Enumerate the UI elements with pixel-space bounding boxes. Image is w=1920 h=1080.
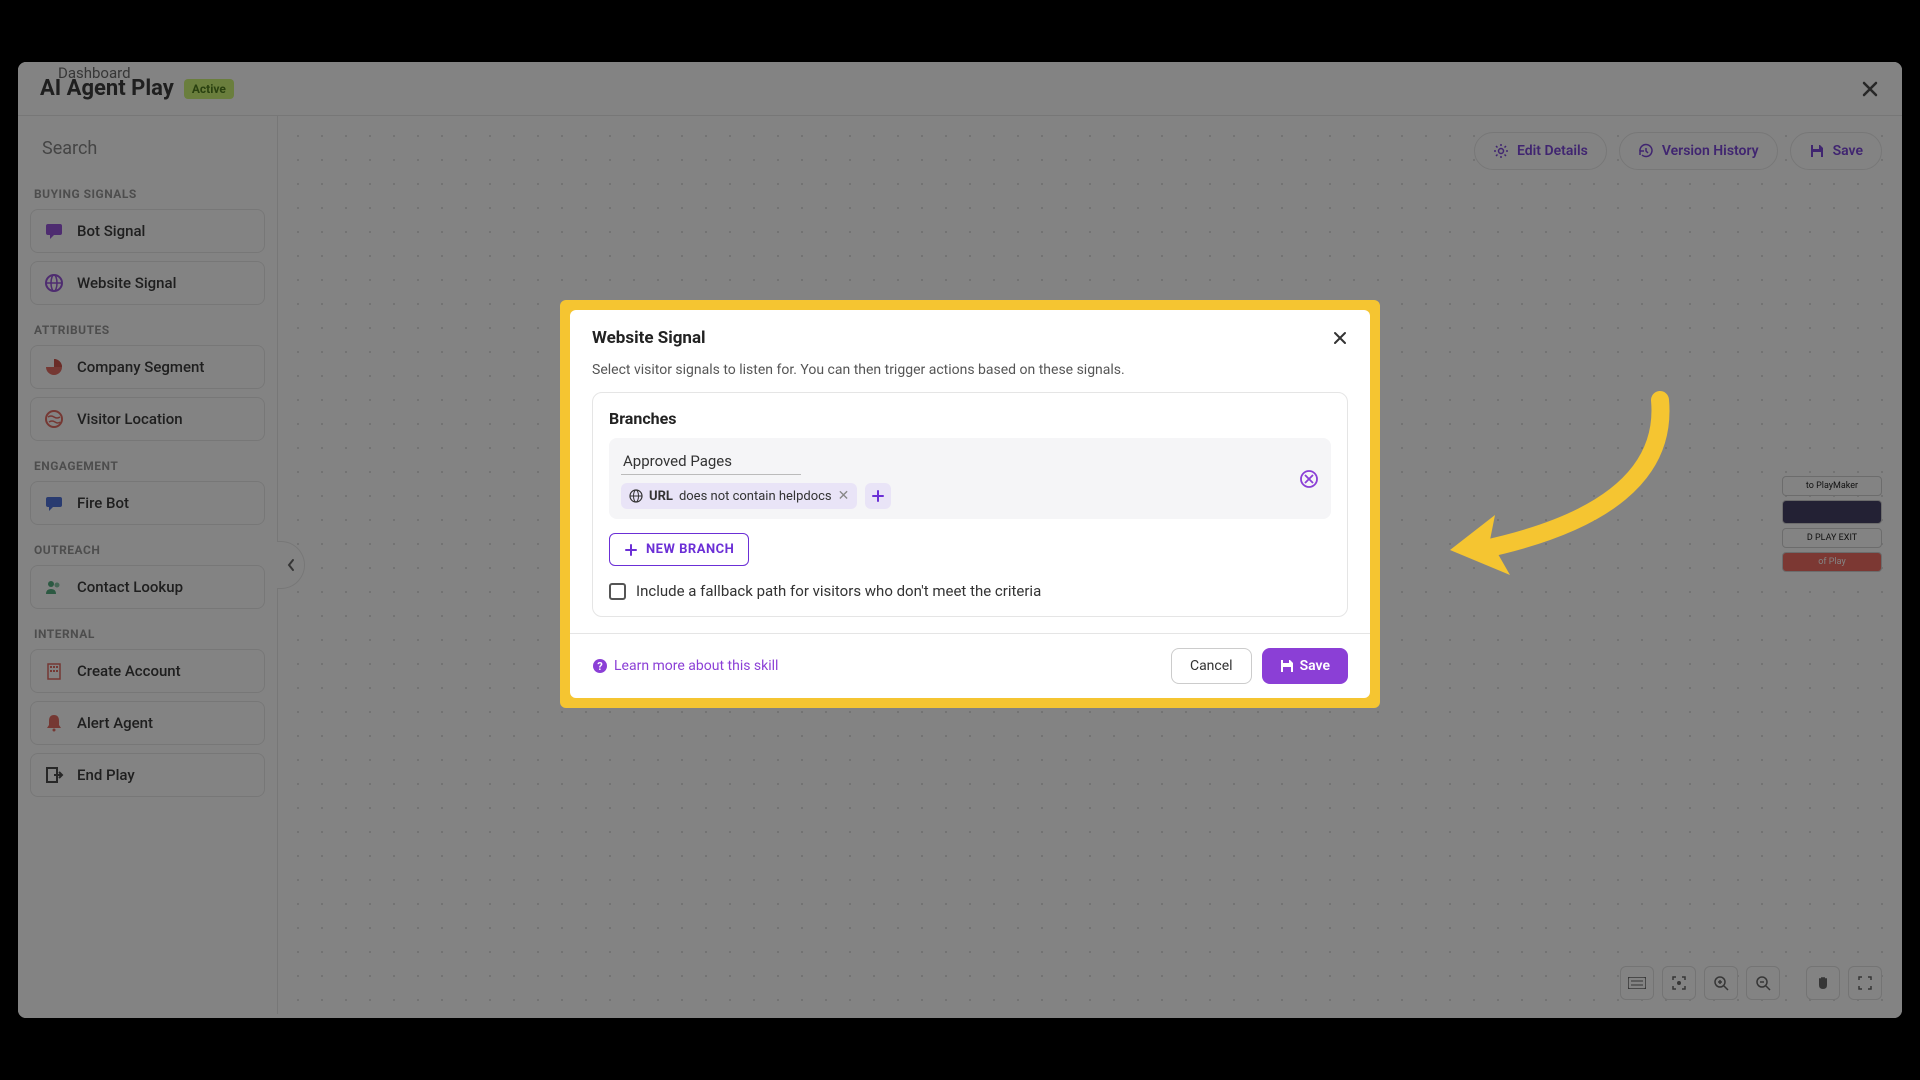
add-condition-button[interactable] <box>865 483 891 509</box>
button-label: NEW BRANCH <box>646 542 734 557</box>
condition-chip[interactable]: URL does not contain helpdocs ✕ <box>621 483 857 509</box>
modal-description: Select visitor signals to listen for. Yo… <box>570 354 1370 392</box>
svg-text:?: ? <box>597 660 603 673</box>
plus-icon <box>872 490 884 502</box>
link-label: Learn more about this skill <box>614 658 778 674</box>
help-icon: ? <box>592 658 608 674</box>
checkbox-icon[interactable] <box>609 583 626 600</box>
save-button[interactable]: Save <box>1262 648 1348 684</box>
modal-highlight: Website Signal Select visitor signals to… <box>560 300 1380 708</box>
branches-title: Branches <box>609 409 1331 428</box>
learn-more-link[interactable]: ? Learn more about this skill <box>592 658 778 674</box>
fallback-label: Include a fallback path for visitors who… <box>636 582 1041 600</box>
plus-icon <box>624 543 638 557</box>
delete-branch-icon[interactable] <box>1299 469 1319 489</box>
modal-title: Website Signal <box>592 328 706 348</box>
website-signal-modal: Website Signal Select visitor signals to… <box>570 310 1370 698</box>
branch-name-input[interactable] <box>621 448 801 475</box>
save-icon <box>1280 659 1294 673</box>
globe-icon <box>629 489 643 503</box>
new-branch-button[interactable]: NEW BRANCH <box>609 533 749 566</box>
fallback-checkbox-row[interactable]: Include a fallback path for visitors who… <box>609 582 1331 600</box>
remove-chip-icon[interactable]: ✕ <box>838 488 850 504</box>
chip-field: URL <box>649 489 673 504</box>
branches-card: Branches URL does not contain helpdocs ✕ <box>592 392 1348 617</box>
cancel-button[interactable]: Cancel <box>1171 648 1252 684</box>
close-icon[interactable] <box>1332 330 1348 346</box>
button-label: Save <box>1300 658 1330 674</box>
chip-condition: does not contain helpdocs <box>679 489 832 504</box>
branch-row: URL does not contain helpdocs ✕ <box>609 438 1331 519</box>
